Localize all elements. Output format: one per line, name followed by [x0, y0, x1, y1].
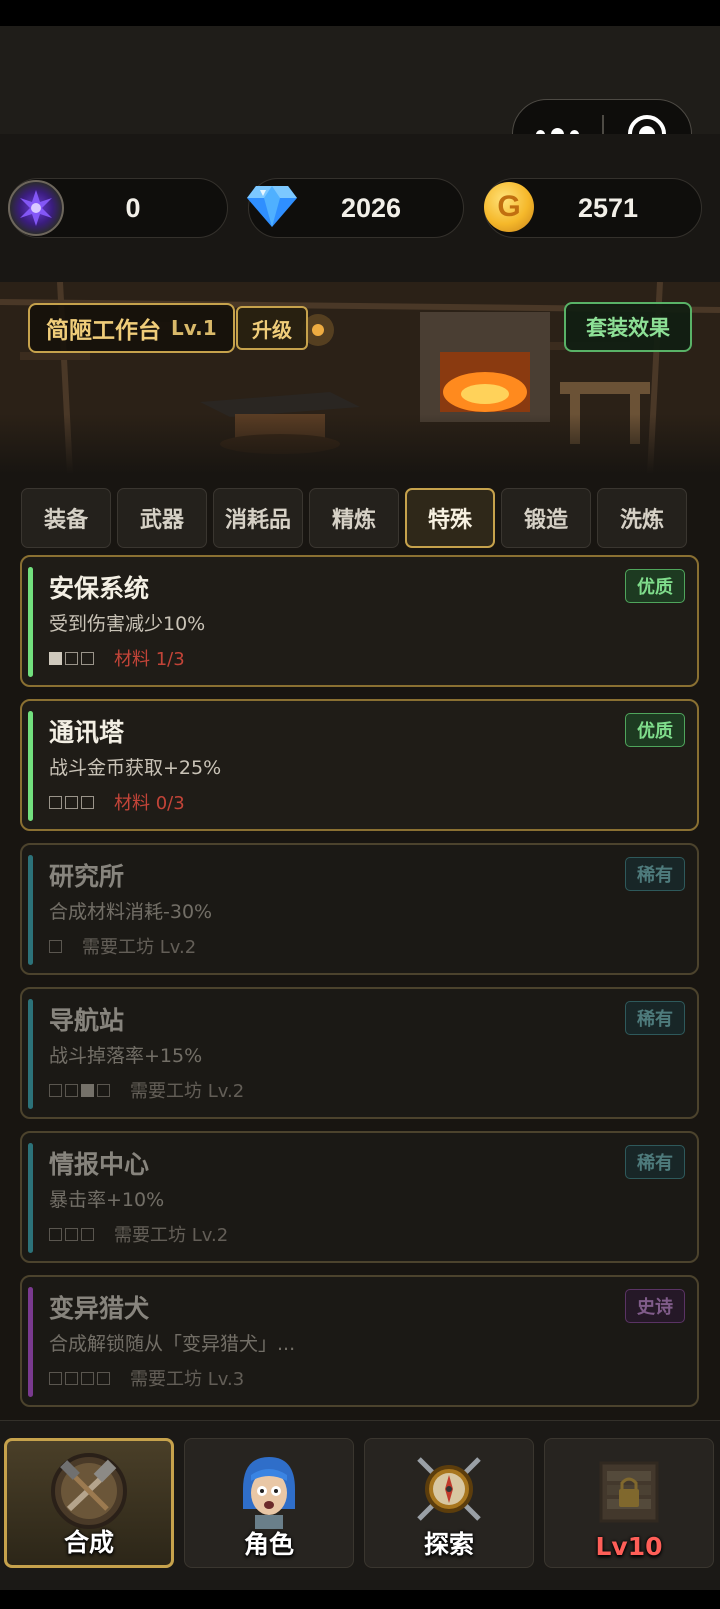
item-description: 战斗掉落率+15%: [49, 1045, 203, 1067]
workbench-name: 简陋工作台: [46, 318, 161, 344]
item-meta: 需要工坊 Lv.2: [49, 933, 196, 959]
material-slots: [49, 1371, 110, 1385]
item-meta: 需要工坊 Lv.2: [49, 1221, 228, 1247]
nav-craft[interactable]: 合成: [4, 1438, 174, 1568]
material-slots: [49, 1227, 94, 1241]
craft-item-card[interactable]: 安保系统 受到伤害减少10% 材料 1/3 优质: [20, 555, 699, 687]
craft-item-card[interactable]: 变异猎犬 合成解锁随从「变异猎犬」... 需要工坊 Lv.3 史诗: [20, 1275, 699, 1407]
item-title: 研究所: [49, 862, 125, 891]
item-meta: 需要工坊 Lv.2: [49, 1077, 244, 1103]
item-meta: 材料 0/3: [49, 789, 185, 815]
nav-label: Lv10: [595, 1532, 663, 1561]
quality-badge: 优质: [625, 569, 685, 603]
compass-swords-icon: [409, 1449, 489, 1529]
purple-crystal-icon: [8, 180, 64, 236]
workbench-level: Lv.1: [171, 316, 217, 340]
character-portrait-icon: [229, 1449, 309, 1529]
quality-bar: [28, 567, 33, 677]
quality-bar: [28, 855, 33, 965]
item-title: 导航站: [49, 1006, 125, 1035]
tab-consumables[interactable]: 消耗品: [213, 488, 303, 548]
status-bar: [0, 0, 720, 26]
nav-label: 探索: [423, 1530, 474, 1559]
set-effect-button[interactable]: 套装效果: [564, 302, 692, 352]
nav-label: 角色: [243, 1530, 294, 1559]
tab-reforge[interactable]: 洗炼: [597, 488, 687, 548]
craft-item-card[interactable]: 导航站 战斗掉落率+15% 需要工坊 Lv.2 稀有: [20, 987, 699, 1119]
item-title: 情报中心: [49, 1150, 150, 1179]
item-status: 需要工坊 Lv.3: [130, 1369, 245, 1390]
craft-item-card[interactable]: 研究所 合成材料消耗-30% 需要工坊 Lv.2 稀有: [20, 843, 699, 975]
diamond-icon: [246, 184, 298, 228]
item-description: 战斗金币获取+25%: [49, 757, 222, 779]
rarity-badge: 稀有: [625, 857, 685, 891]
item-description: 合成材料消耗-30%: [49, 901, 213, 923]
item-description: 受到伤害减少10%: [49, 613, 206, 635]
home-indicator-area: [0, 1590, 720, 1609]
material-slots: [49, 651, 94, 665]
material-slots: [49, 795, 94, 809]
tab-equipment[interactable]: 装备: [21, 488, 111, 548]
item-description: 暴击率+10%: [49, 1189, 165, 1211]
item-title: 通讯塔: [49, 718, 125, 747]
upgrade-button[interactable]: 升级: [236, 306, 308, 350]
nav-explore[interactable]: 探索: [364, 1438, 534, 1568]
item-status: 需要工坊 Lv.2: [130, 1081, 245, 1102]
locked-shop-icon: [589, 1449, 669, 1529]
tab-forge[interactable]: 锻造: [501, 488, 591, 548]
craft-item-card[interactable]: 通讯塔 战斗金币获取+25% 材料 0/3 优质: [20, 699, 699, 831]
rarity-badge: 史诗: [625, 1289, 685, 1323]
item-title: 安保系统: [49, 574, 150, 603]
workbench-title-button[interactable]: 简陋工作台 Lv.1: [28, 303, 235, 353]
item-meta: 需要工坊 Lv.3: [49, 1365, 244, 1391]
nav-character[interactable]: 角色: [184, 1438, 354, 1568]
quality-bar: [28, 1287, 33, 1397]
quality-badge: 优质: [625, 713, 685, 747]
item-status: 需要工坊 Lv.2: [114, 1225, 229, 1246]
item-meta: 材料 1/3: [49, 645, 185, 671]
gold-coin-icon: G: [484, 182, 534, 232]
tab-weapons[interactable]: 武器: [117, 488, 207, 548]
rarity-badge: 稀有: [625, 1145, 685, 1179]
quality-bar: [28, 1143, 33, 1253]
material-slots: [49, 1083, 110, 1097]
crafting-tools-icon: [49, 1451, 129, 1531]
nav-shop-locked[interactable]: Lv10: [544, 1438, 714, 1568]
item-status: 需要工坊 Lv.2: [82, 937, 197, 958]
quality-bar: [28, 999, 33, 1109]
material-slots: [49, 939, 62, 953]
item-description: 合成解锁随从「变异猎犬」...: [49, 1333, 296, 1355]
nav-label: 合成: [63, 1528, 114, 1557]
tab-special[interactable]: 特殊: [405, 488, 495, 548]
item-title: 变异猎犬: [49, 1294, 150, 1323]
craft-item-card[interactable]: 情报中心 暴击率+10% 需要工坊 Lv.2 稀有: [20, 1131, 699, 1263]
item-status: 材料 0/3: [114, 793, 185, 814]
item-status: 材料 1/3: [114, 649, 185, 670]
tab-refine[interactable]: 精炼: [309, 488, 399, 548]
rarity-badge: 稀有: [625, 1001, 685, 1035]
quality-bar: [28, 711, 33, 821]
